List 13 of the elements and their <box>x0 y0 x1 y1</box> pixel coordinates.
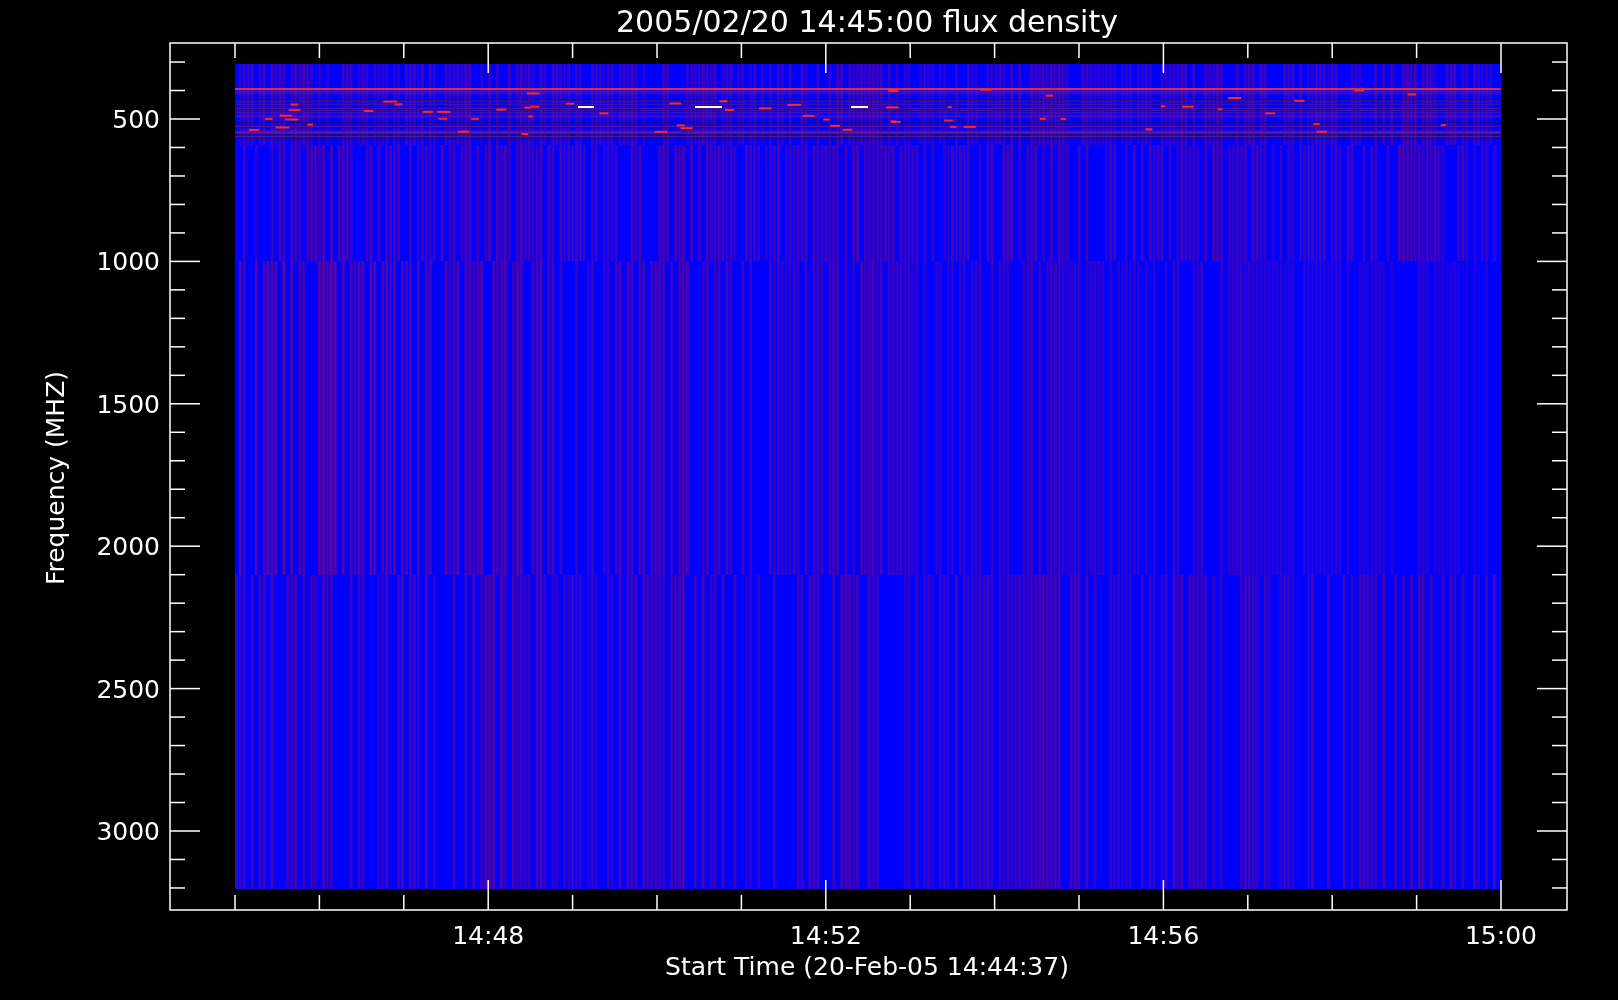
y-tick-label: 2500 <box>96 674 160 704</box>
y-tick-label: 500 <box>112 105 160 134</box>
y-axis-label: Frequency (MHZ) <box>41 370 70 586</box>
x-tick-label: 14:48 <box>452 921 525 950</box>
x-axis-label: Start Time (20-Feb-05 14:44:37) <box>665 952 1069 981</box>
x-tick-label: 14:52 <box>789 921 862 950</box>
y-tick-label: 1000 <box>96 247 160 277</box>
y-tick-label: 3000 <box>96 817 160 846</box>
y-tick-label: 1500 <box>96 389 160 419</box>
y-tick-label: 2000 <box>96 532 160 562</box>
x-tick-label: 15:00 <box>1465 921 1537 950</box>
plot-title: 2005/02/20 14:45:00 flux density <box>616 4 1118 39</box>
x-tick-label: 14:56 <box>1127 921 1200 950</box>
